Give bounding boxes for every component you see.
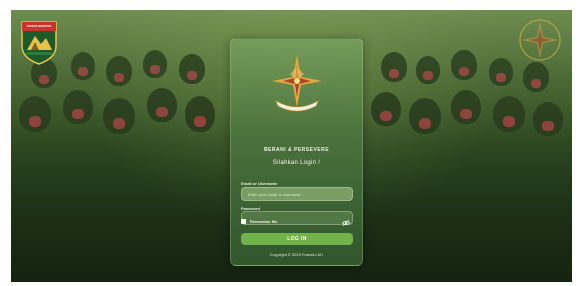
page-title: BERANI & PERSEVERE: [263, 147, 330, 153]
crest-badge-text: STRIVE BERCITA: [26, 24, 52, 28]
login-subtitle: Silahkan Login !: [272, 160, 321, 166]
login-button[interactable]: LOG IN: [241, 233, 353, 245]
login-card: BERANI & PERSEVERE Silahkan Login ! Emai…: [230, 38, 363, 266]
email-label: Email or Username: [241, 181, 278, 186]
remember-checkbox[interactable]: [241, 219, 246, 224]
unit-crest-icon: STRIVE BERCITA: [19, 16, 59, 66]
copyright-text: Copyright © 2023 Fransiro M.I: [269, 252, 324, 257]
background-photo: STRIVE BERCITA BERANI & PERSEVERE Silahk…: [11, 10, 572, 282]
remember-label: Remember Me: [250, 219, 278, 224]
eye-slash-icon[interactable]: [342, 214, 350, 227]
remember-me[interactable]: Remember Me: [241, 219, 277, 224]
compass-star-icon: [518, 18, 562, 62]
email-input[interactable]: [241, 187, 353, 201]
compass-star-emblem-icon: [268, 53, 326, 115]
